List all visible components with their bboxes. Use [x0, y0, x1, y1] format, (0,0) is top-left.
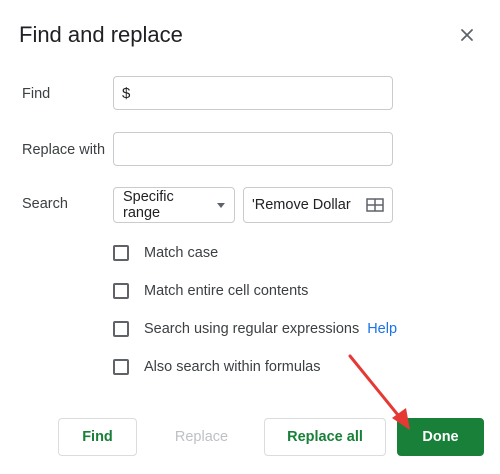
search-scope-value: Specific range — [123, 189, 174, 221]
option-search-formulas[interactable]: Also search within formulas — [113, 359, 321, 375]
find-button[interactable]: Find — [58, 418, 137, 456]
find-input[interactable] — [113, 76, 393, 110]
help-link[interactable]: Help — [367, 321, 397, 337]
search-scope-dropdown[interactable]: Specific range — [113, 187, 235, 223]
regex-checkbox[interactable] — [113, 321, 129, 337]
replace-label: Replace with — [22, 142, 106, 158]
match-case-label: Match case — [144, 245, 219, 261]
option-match-case[interactable]: Match case — [113, 245, 218, 261]
match-entire-cell-checkbox[interactable] — [113, 283, 129, 299]
replace-button[interactable]: Replace — [148, 418, 255, 456]
dialog-title: Find and replace — [19, 22, 183, 47]
search-formulas-checkbox[interactable] — [113, 359, 129, 375]
find-label: Find — [22, 86, 51, 102]
caret-down-icon — [217, 202, 225, 208]
option-regex[interactable]: Search using regular expressions Help — [113, 321, 397, 337]
close-icon[interactable] — [458, 26, 476, 44]
match-entire-cell-label: Match entire cell contents — [144, 283, 309, 299]
search-formulas-label: Also search within formulas — [144, 359, 321, 375]
search-label: Search — [22, 196, 68, 212]
range-input[interactable]: 'Remove Dollar — [243, 187, 393, 223]
regex-label: Search using regular expressions — [144, 321, 360, 337]
range-value: 'Remove Dollar — [252, 197, 351, 213]
replace-input[interactable] — [113, 132, 393, 166]
replace-all-button[interactable]: Replace all — [264, 418, 386, 456]
grid-icon[interactable] — [366, 198, 384, 212]
option-match-entire-cell[interactable]: Match entire cell contents — [113, 283, 308, 299]
done-button[interactable]: Done — [397, 418, 484, 456]
find-replace-dialog: Find and replace Find Replace with Searc… — [0, 0, 500, 474]
match-case-checkbox[interactable] — [113, 245, 129, 261]
